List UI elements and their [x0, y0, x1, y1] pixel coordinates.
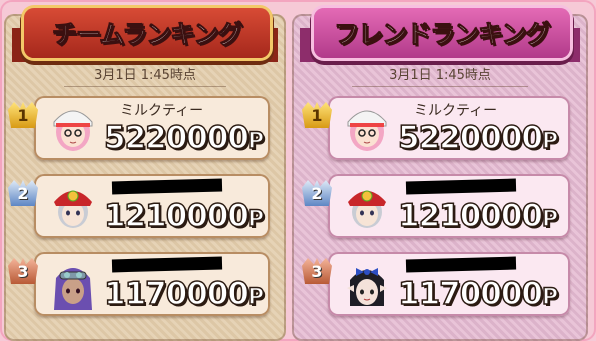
ranking-entry[interactable]: 1 ミルクティー 5220000P: [302, 96, 570, 160]
ranking-entry[interactable]: 3 1170000P: [8, 252, 270, 316]
ranking-entry[interactable]: 3 1170000P: [302, 252, 570, 316]
redacted-name: [111, 178, 223, 195]
score-value: 1210000: [397, 197, 544, 235]
player-name: ミルクティー: [120, 103, 204, 119]
score-unit: P: [541, 128, 559, 155]
avatar-pink-hair-white-cap-icon: [50, 102, 96, 154]
score: 1170000P: [103, 275, 265, 313]
avatar-pink-hair-white-cap-icon: [344, 102, 390, 154]
timestamp: 3月1日 1:45時点: [389, 68, 491, 83]
score-unit: P: [541, 206, 559, 233]
rank-1-crown-icon: 1: [302, 102, 332, 128]
score: 1170000P: [397, 275, 559, 313]
rank-2-crown-icon: 2: [8, 180, 38, 206]
rank-2-crown-icon: 2: [302, 180, 332, 206]
ranking-entry[interactable]: 2 1210000P: [302, 174, 570, 238]
avatar-purple-hair-goggles-icon: [50, 258, 96, 310]
ranking-entry[interactable]: 1 ミルクティー 5220000P: [8, 96, 270, 160]
avatar-black-hair-blue-bow-icon: [344, 258, 390, 310]
panel-title: フレンドランキング: [314, 8, 570, 58]
timestamp: 3月1日 1:45時点: [94, 68, 196, 83]
score-value: 1210000: [103, 197, 250, 235]
score: 1210000P: [103, 197, 265, 235]
score-unit: P: [247, 206, 265, 233]
friend-ranking-panel: フレンドランキング 3月1日 1:45時点 1 ミルクティー 5220000P …: [292, 8, 588, 341]
ranking-entry[interactable]: 2 1210000P: [8, 174, 270, 238]
score-unit: P: [541, 284, 559, 311]
redacted-name: [111, 256, 223, 273]
avatar-red-bandana-icon: [344, 180, 390, 232]
avatar-red-bandana-icon: [50, 180, 96, 232]
rank-1-crown-icon: 1: [8, 102, 38, 128]
score-unit: P: [247, 128, 265, 155]
panel-title: チームランキング: [24, 8, 270, 58]
score-value: 5220000: [103, 119, 250, 157]
score-unit: P: [247, 284, 265, 311]
score-value: 1170000: [103, 275, 250, 313]
score: 1210000P: [397, 197, 559, 235]
divider: [352, 86, 528, 87]
score-value: 1170000: [397, 275, 544, 313]
rank-3-crown-icon: 3: [302, 258, 332, 284]
score: 5220000P: [397, 119, 559, 157]
redacted-name: [405, 178, 517, 195]
rank-3-crown-icon: 3: [8, 258, 38, 284]
redacted-name: [405, 256, 517, 273]
score: 5220000P: [103, 119, 265, 157]
divider: [64, 86, 226, 87]
player-name: ミルクティー: [414, 103, 498, 119]
score-value: 5220000: [397, 119, 544, 157]
team-ranking-panel: チームランキング 3月1日 1:45時点 1 ミルクティー 5220000P 2: [4, 8, 286, 341]
